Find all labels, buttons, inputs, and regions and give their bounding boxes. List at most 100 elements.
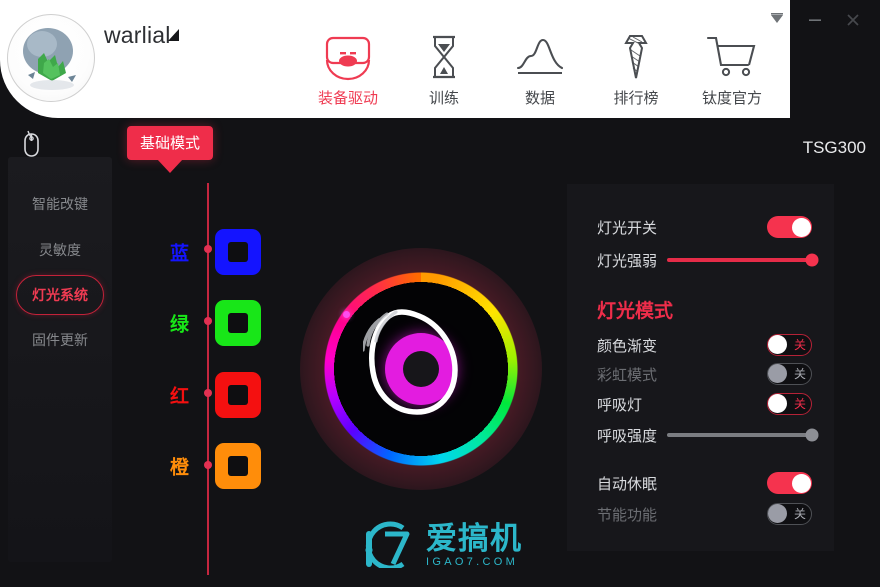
- toggle-knob: [768, 394, 787, 413]
- toggle-knob: [768, 504, 787, 523]
- curve-chart-icon: [512, 26, 568, 82]
- row-light-brightness: 灯光强弱: [597, 247, 819, 273]
- swatch-button[interactable]: [215, 443, 261, 489]
- sidebar-item-smart-keys[interactable]: 智能改键: [8, 181, 112, 227]
- swatch-label: 红: [170, 386, 190, 408]
- rail-dot: [204, 245, 212, 253]
- necktie-icon: [608, 26, 664, 82]
- nav-label: 数据: [524, 90, 555, 107]
- row-auto-sleep: 自动休眠: [597, 470, 812, 496]
- toggle-knob: [791, 217, 811, 237]
- toggle-breathing-light[interactable]: 关: [767, 393, 812, 415]
- swatch-inner: [228, 242, 248, 262]
- mouse-device-icon: [320, 26, 376, 82]
- rail-dot: [204, 461, 212, 469]
- igao7-logo-icon: [357, 518, 419, 573]
- sidebar-item-lighting-system[interactable]: 灯光系统: [16, 275, 104, 315]
- minimize-icon[interactable]: [804, 9, 826, 31]
- row-power-saving: 节能功能 关: [597, 501, 812, 527]
- swatch-button[interactable]: [215, 229, 261, 275]
- row-label: 呼吸强度: [597, 427, 658, 445]
- app-window: warlial 装备驱动 训练 数据 排行榜 钛度官方 智能改键 灵敏度 灯光系…: [0, 0, 880, 587]
- nav-item-data[interactable]: 数据: [492, 26, 588, 108]
- swatch-button[interactable]: [215, 372, 261, 418]
- row-label: 节能功能: [597, 506, 658, 524]
- username-caret-icon[interactable]: [168, 29, 179, 41]
- collapse-icon[interactable]: [766, 9, 788, 31]
- toggle-state-text: 关: [793, 397, 806, 411]
- nav-item-training[interactable]: 训练: [396, 26, 492, 108]
- color-preset-orange: 橙: [170, 443, 261, 489]
- toggle-state-text: 关: [793, 367, 806, 381]
- row-label: 颜色渐变: [597, 337, 658, 355]
- row-label: 彩虹模式: [597, 366, 658, 384]
- toggle-power-saving[interactable]: 关: [767, 503, 812, 525]
- toggle-auto-sleep[interactable]: [767, 472, 812, 494]
- shopping-cart-icon: [704, 26, 760, 82]
- close-icon[interactable]: [842, 9, 864, 31]
- main-nav: 装备驱动 训练 数据 排行榜 钛度官方: [300, 26, 780, 108]
- swatch-label: 橙: [170, 457, 190, 479]
- hourglass-icon: [416, 26, 472, 82]
- watermark-cn: 爱搞机: [426, 521, 522, 556]
- slider-light-brightness[interactable]: [667, 253, 819, 267]
- color-preset-green: 绿: [170, 300, 261, 346]
- swatch-inner: [228, 456, 248, 476]
- avatar[interactable]: [7, 14, 95, 102]
- slider-track: [667, 258, 812, 262]
- sidebar-item-firmware-update[interactable]: 固件更新: [8, 317, 112, 363]
- color-preset-blue: 蓝: [170, 229, 261, 275]
- swatch-inner: [228, 385, 248, 405]
- rail-dot: [204, 317, 212, 325]
- row-label: 呼吸灯: [597, 396, 643, 414]
- nav-item-equipment-driver[interactable]: 装备驱动: [300, 26, 396, 108]
- rail-dot: [204, 389, 212, 397]
- toggle-knob: [791, 473, 811, 493]
- nav-item-leaderboard[interactable]: 排行榜: [588, 26, 684, 108]
- device-model-label: TSG300: [802, 138, 866, 157]
- watermark: 爱搞机 IGAO7.COM: [357, 518, 522, 573]
- watermark-text: 爱搞机 IGAO7.COM: [426, 523, 522, 568]
- swatch-label: 蓝: [170, 243, 190, 265]
- swatch-label: 绿: [170, 314, 190, 336]
- row-label: 自动休眠: [597, 475, 658, 493]
- lighting-settings-panel: 灯光开关 灯光强弱 灯光模式 颜色渐变 关 彩虹模式 关 呼吸灯 关 呼吸强度 …: [567, 184, 834, 551]
- window-controls: [760, 0, 880, 40]
- row-label: 灯光开关: [597, 219, 658, 237]
- section-heading-light-mode: 灯光模式: [597, 301, 674, 322]
- row-light-switch: 灯光开关: [597, 214, 812, 240]
- toggle-color-gradient[interactable]: 关: [767, 334, 812, 356]
- row-rainbow-mode: 彩虹模式 关: [597, 361, 812, 387]
- swatch-button[interactable]: [215, 300, 261, 346]
- username: warlial: [104, 22, 171, 48]
- toggle-knob: [768, 335, 787, 354]
- sidebar: 智能改键 灵敏度 灯光系统 固件更新: [8, 157, 112, 562]
- mouse-outline-icon[interactable]: [14, 128, 48, 162]
- nav-label: 排行榜: [613, 90, 659, 107]
- slider-breathing-intensity[interactable]: [667, 428, 819, 442]
- sidebar-item-sensitivity[interactable]: 灵敏度: [8, 227, 112, 273]
- nav-label: 钛度官方: [701, 90, 762, 107]
- row-color-gradient: 颜色渐变 关: [597, 332, 812, 358]
- slider-knob[interactable]: [805, 428, 819, 442]
- toggle-knob: [768, 364, 787, 383]
- toggle-light-switch[interactable]: [767, 216, 812, 238]
- mode-badge[interactable]: 基础模式: [127, 126, 214, 160]
- row-breathing-light: 呼吸灯 关: [597, 391, 812, 417]
- watermark-en: IGAO7.COM: [426, 556, 519, 568]
- mouse-silhouette-icon: [361, 300, 483, 435]
- swatch-inner: [228, 313, 248, 333]
- color-preset-red: 红: [170, 372, 261, 418]
- color-rail: [204, 183, 212, 575]
- wheel-picker-handle[interactable]: [343, 311, 350, 318]
- toggle-state-text: 关: [793, 507, 806, 521]
- nav-label: 装备驱动: [317, 90, 378, 107]
- color-wheel[interactable]: [300, 248, 542, 490]
- toggle-state-text: 关: [793, 338, 806, 352]
- nav-label: 训练: [428, 90, 459, 107]
- slider-track: [667, 433, 812, 437]
- row-label: 灯光强弱: [597, 252, 658, 270]
- toggle-rainbow-mode[interactable]: 关: [767, 363, 812, 385]
- slider-knob[interactable]: [805, 253, 819, 267]
- row-breathing-intensity: 呼吸强度: [597, 422, 819, 448]
